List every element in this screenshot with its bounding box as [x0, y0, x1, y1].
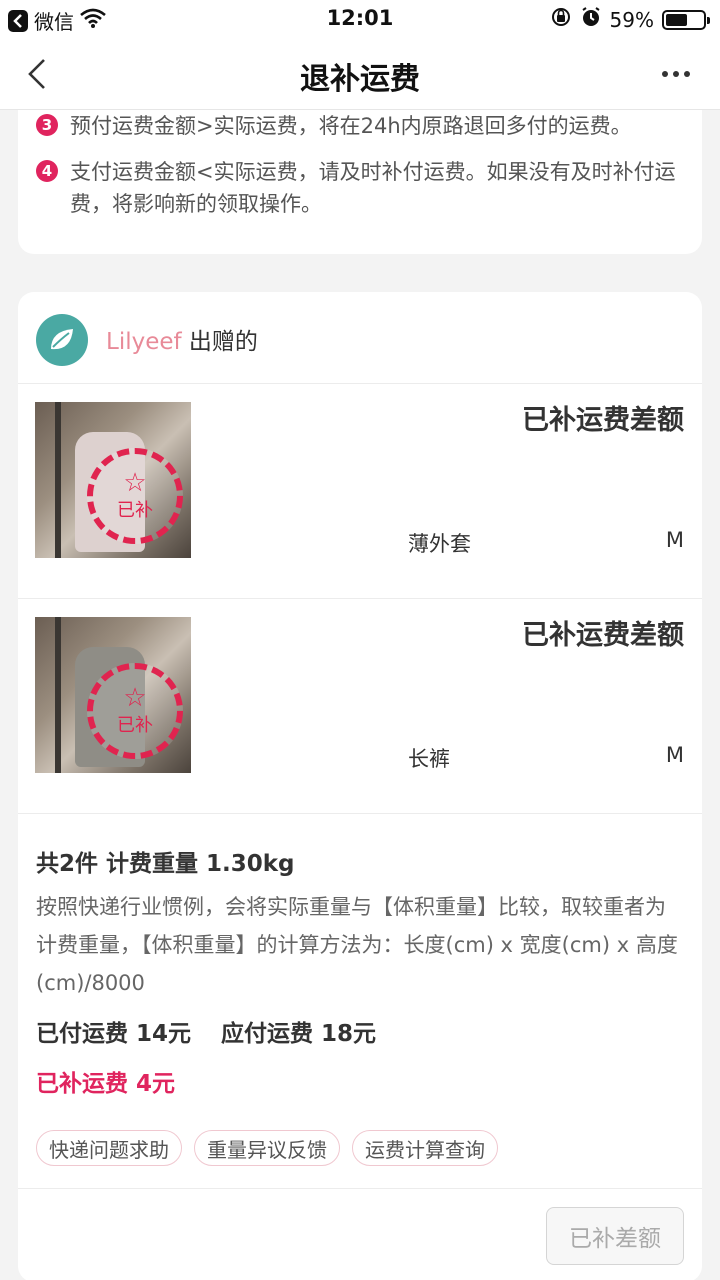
notice-text: 支付运费金额<实际运费，请及时补付运费。如果没有及时补付运费，将影响新的领取操作…	[70, 160, 676, 216]
star-icon: ☆	[123, 468, 147, 498]
paid-difference-button[interactable]: 已补差额	[546, 1207, 684, 1265]
star-icon: ☆	[123, 683, 147, 713]
item-name: 长裤	[408, 747, 450, 771]
giver-name[interactable]: Lilyeef	[106, 329, 182, 355]
summary-description: 按照快递行业惯例，会将实际重量与【体积重量】比较，取较重者为计费重量，【体积重量…	[36, 895, 678, 995]
chip-delivery-help[interactable]: 快递问题求助	[36, 1130, 182, 1166]
stamp-badge: ☆ 已补	[87, 663, 183, 759]
notice-item: 4 支付运费金额<实际运费，请及时补付运费。如果没有及时补付运费，将影响新的领取…	[36, 156, 686, 220]
number-badge: 4	[36, 160, 58, 182]
more-dot	[684, 71, 690, 77]
giver-row[interactable]: Lilyeef 出赠的	[18, 292, 702, 384]
item-size: M	[665, 743, 684, 767]
item-thumbnail[interactable]: ☆ 已补	[35, 402, 191, 558]
page-title: 退补运费	[300, 62, 420, 97]
alarm-icon	[580, 6, 602, 33]
notice-text: 预付运费金额>实际运费，将在24h内原路退回多付的运费。	[70, 114, 632, 138]
chip-fee-calculation[interactable]: 运费计算查询	[352, 1130, 498, 1166]
giver-suffix: 出赠的	[188, 329, 258, 355]
notice-item: 3 预付运费金额>实际运费，将在24h内原路退回多付的运费。	[36, 110, 632, 142]
nav-bar: 退补运费	[0, 38, 720, 110]
chip-weight-dispute[interactable]: 重量异议反馈	[194, 1130, 340, 1166]
orientation-lock-icon	[550, 6, 572, 33]
item-size: M	[665, 528, 684, 552]
extra-fee: 已补运费 4元	[36, 1071, 176, 1097]
item-row[interactable]: ☆ 已补 已补运费差额 薄外套 M	[18, 384, 702, 599]
stamp-label: 已补	[117, 715, 153, 736]
battery-percent: 59%	[609, 7, 654, 32]
more-dot	[673, 71, 679, 77]
item-status: 已补运费差额	[522, 620, 684, 651]
thumbnail-pole	[55, 617, 61, 773]
summary-title: 共2件 计费重量 1.30kg	[36, 851, 295, 877]
shipping-summary: 共2件 计费重量 1.30kg 按照快递行业惯例，会将实际重量与【体积重量】比较…	[36, 840, 686, 1166]
giver-label: Lilyeef 出赠的	[106, 322, 258, 356]
order-card: Lilyeef 出赠的 ☆ 已补 已补运费差额 薄外套 M ☆ 已补 已补运费差…	[18, 292, 702, 1280]
avatar[interactable]	[36, 314, 88, 366]
more-button[interactable]	[656, 56, 696, 92]
status-bar: 微信 12:01 59%	[0, 0, 720, 38]
stamp-badge: ☆ 已补	[87, 448, 183, 544]
thumbnail-pole	[55, 402, 61, 558]
more-dot	[662, 71, 668, 77]
fee-line: 已付运费 14元 应付运费 18元	[36, 1014, 686, 1054]
due-fee: 应付运费 18元	[221, 1021, 377, 1047]
item-row[interactable]: ☆ 已补 已补运费差额 长裤 M	[18, 599, 702, 814]
item-status: 已补运费差额	[522, 405, 684, 436]
leaf-icon	[51, 329, 73, 350]
card-footer: 已补差额	[18, 1188, 702, 1280]
battery-level	[666, 13, 688, 26]
help-chips: 快递问题求助 重量异议反馈 运费计算查询	[36, 1130, 686, 1166]
number-badge: 3	[36, 114, 58, 136]
stamp-label: 已补	[117, 500, 153, 521]
paid-fee: 已付运费 14元	[36, 1021, 192, 1047]
item-name: 薄外套	[408, 532, 471, 556]
item-thumbnail[interactable]: ☆ 已补	[35, 617, 191, 773]
notice-card: 3 预付运费金额>实际运费，将在24h内原路退回多付的运费。 4 支付运费金额<…	[18, 110, 702, 254]
battery-icon	[662, 9, 710, 30]
